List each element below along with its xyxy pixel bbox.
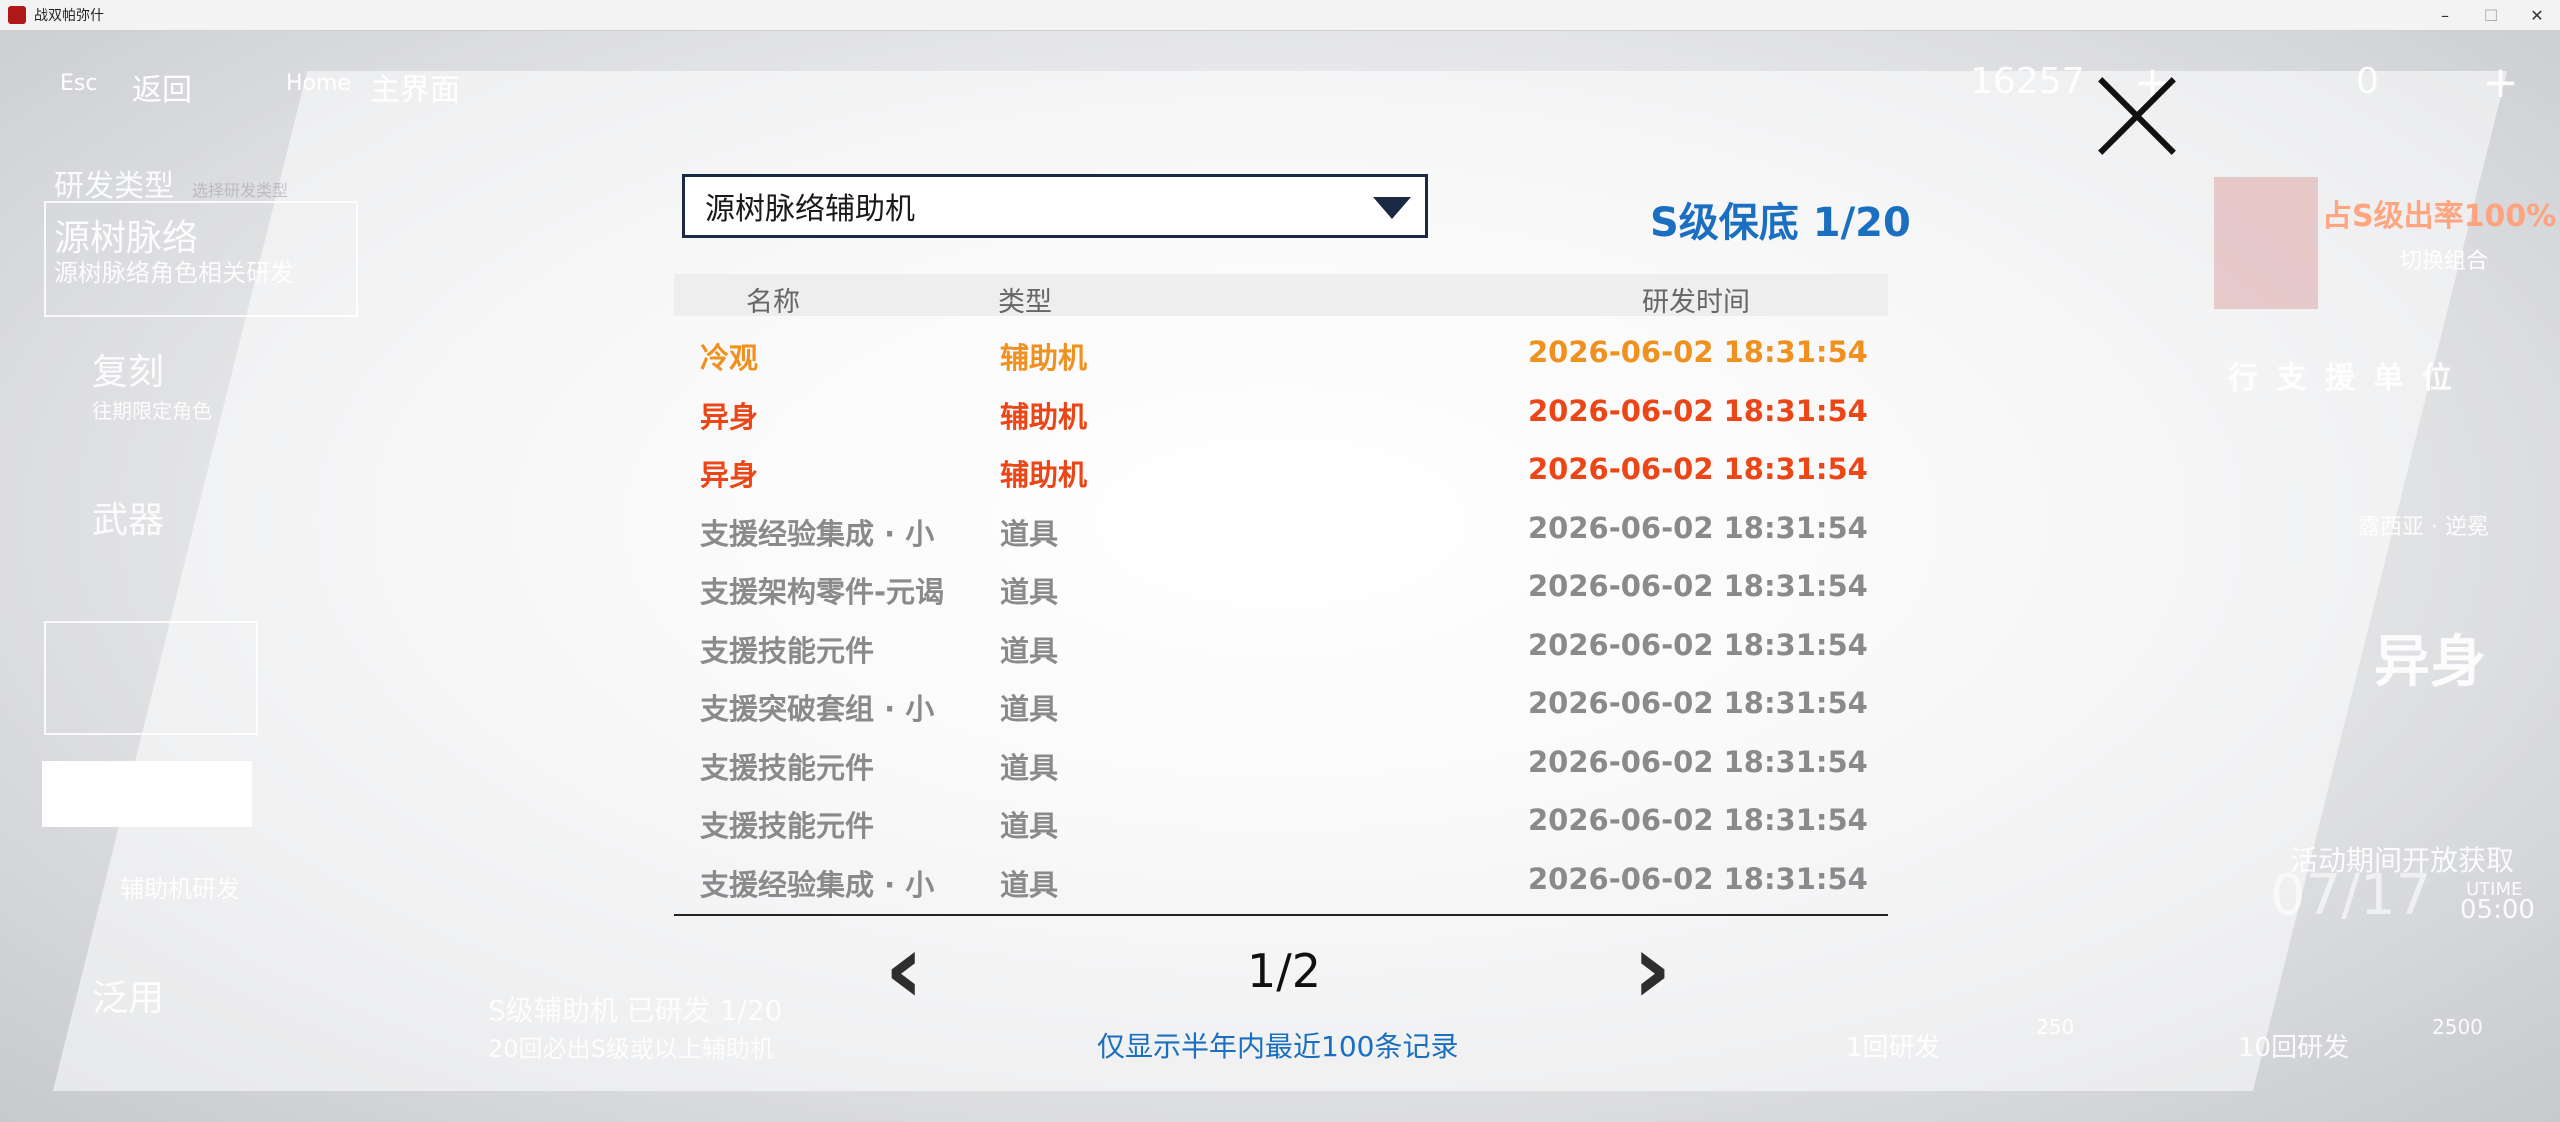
- table-row: 支援技能元件 道具 2026-06-02 18:31:54: [674, 793, 1888, 851]
- end-date: 07/17: [2270, 863, 2432, 928]
- currency2-add-button[interactable]: +: [2482, 57, 2519, 108]
- table-bottom-divider: [674, 914, 1888, 916]
- currency1-value: 16257: [1970, 61, 2085, 102]
- window-close-button[interactable]: ✕: [2514, 0, 2560, 30]
- minimize-button[interactable]: –: [2422, 0, 2468, 30]
- close-icon[interactable]: [2092, 72, 2182, 162]
- row-time: 2026-06-02 18:31:54: [1528, 511, 1868, 545]
- column-header-type: 类型: [998, 287, 1052, 318]
- row-name: 支援技能元件: [700, 809, 875, 843]
- back-key-hint: Esc: [60, 71, 98, 96]
- table-row: 支援突破套组 · 小 道具 2026-06-02 18:31:54: [674, 676, 1888, 734]
- switch-combo-button[interactable]: 切换组合: [2400, 243, 2488, 275]
- home-button[interactable]: 主界面: [370, 65, 460, 109]
- tab-rerun-sub: 往期限定角色: [92, 399, 212, 423]
- row-type: 道具: [1000, 751, 1059, 785]
- maximize-button[interactable]: ☐: [2468, 0, 2514, 30]
- window-controls: – ☐ ✕: [2422, 0, 2560, 30]
- pull-10-cost: 2500: [2432, 1015, 2483, 1039]
- column-header-name: 名称: [746, 287, 800, 318]
- tab-general[interactable]: 泛用: [92, 969, 164, 1021]
- tab-weapon[interactable]: 武器: [92, 491, 164, 543]
- row-type: 辅助机: [1000, 458, 1088, 492]
- row-name: 异身: [700, 400, 759, 434]
- row-name: 支援经验集成 · 小: [700, 517, 935, 551]
- row-name: 支援经验集成 · 小: [700, 868, 935, 902]
- row-name: 支援技能元件: [700, 751, 875, 785]
- row-type: 道具: [1000, 809, 1059, 843]
- row-type: 道具: [1000, 868, 1059, 902]
- table-row: 支援架构零件-元谒 道具 2026-06-02 18:31:54: [674, 559, 1888, 617]
- table-row: 异身 辅助机 2026-06-02 18:31:54: [674, 384, 1888, 442]
- pull-10-button[interactable]: 10回研发: [2238, 1027, 2349, 1064]
- table-row: 异身 辅助机 2026-06-02 18:31:54: [674, 442, 1888, 500]
- row-time: 2026-06-02 18:31:54: [1528, 569, 1868, 603]
- chevron-left-icon[interactable]: ‹: [874, 921, 934, 1017]
- pool-select-value: 源树脉络辅助机: [705, 192, 915, 227]
- featured-character-name: 露西亚 · 逆冕: [2358, 515, 2489, 540]
- tab-source-tree-sub: 源树脉络角色相关研发: [54, 259, 294, 287]
- row-time: 2026-06-02 18:31:54: [1528, 686, 1868, 720]
- row-time: 2026-06-02 18:31:54: [1528, 628, 1868, 662]
- row-type: 道具: [1000, 517, 1059, 551]
- row-name: 支援技能元件: [700, 634, 875, 668]
- row-time: 2026-06-02 18:31:54: [1528, 862, 1868, 896]
- featured-unit-name: 异身: [2374, 630, 2486, 695]
- table-row: 冷观 辅助机 2026-06-02 18:31:54: [674, 325, 1888, 383]
- row-time: 2026-06-02 18:31:54: [1528, 452, 1868, 486]
- home-key-hint: Home: [286, 71, 351, 96]
- chevron-down-icon: [1373, 197, 1411, 219]
- chevron-right-icon[interactable]: ›: [1622, 921, 1682, 1017]
- row-type: 道具: [1000, 575, 1059, 609]
- page-indicator: 1/2: [1247, 944, 1322, 998]
- featured-thumbnail: [2214, 177, 2318, 309]
- tab-highlight-button[interactable]: [42, 761, 252, 827]
- history-limit-note: 仅显示半年内最近100条记录: [1097, 1030, 1459, 1063]
- column-header-time: 研发时间: [1642, 287, 1750, 318]
- banner-title: 行 支 援 单 位: [2228, 361, 2456, 396]
- currency2-value: 0: [2356, 61, 2379, 102]
- dev-type-subtitle: 选择研发类型: [192, 181, 289, 200]
- row-name: 支援架构零件-元谒: [700, 575, 945, 609]
- row-type: 道具: [1000, 634, 1059, 668]
- row-type: 辅助机: [1000, 341, 1088, 375]
- back-button[interactable]: 返回: [132, 65, 192, 109]
- row-type: 辅助机: [1000, 400, 1088, 434]
- rate-up-text: 占S级出率100%: [2322, 199, 2557, 234]
- pity-counter: S级保底 1/20: [1650, 200, 1911, 246]
- window-title: 战双帕弥什: [34, 8, 104, 24]
- sidebar-assist-dev[interactable]: 辅助机研发: [120, 869, 240, 904]
- pity-rule-text: 20回必出S级或以上辅助机: [488, 1035, 774, 1063]
- dev-type-heading: 研发类型: [54, 169, 174, 204]
- table-row: 支援技能元件 道具 2026-06-02 18:31:54: [674, 735, 1888, 793]
- pull-1-button[interactable]: 1回研发: [1846, 1027, 1941, 1064]
- table-row: 支援技能元件 道具 2026-06-02 18:31:54: [674, 618, 1888, 676]
- end-time: 05:00: [2460, 895, 2535, 925]
- pool-select-dropdown[interactable]: 源树脉络辅助机: [682, 174, 1428, 238]
- row-time: 2026-06-02 18:31:54: [1528, 335, 1868, 369]
- table-row: 支援经验集成 · 小 道具 2026-06-02 18:31:54: [674, 501, 1888, 559]
- tab-selected-box[interactable]: [44, 621, 258, 735]
- row-name: 支援突破套组 · 小: [700, 692, 935, 726]
- window-titlebar: 战双帕弥什 – ☐ ✕: [0, 0, 2560, 31]
- row-name: 异身: [700, 458, 759, 492]
- pity-progress-text: S级辅助机 已研发 1/20: [488, 994, 783, 1027]
- app-icon: [8, 6, 26, 24]
- row-type: 道具: [1000, 692, 1059, 726]
- table-header: 名称 类型 研发时间: [674, 274, 1888, 318]
- table-row: 支援经验集成 · 小 道具 2026-06-02 18:31:54: [674, 852, 1888, 910]
- row-time: 2026-06-02 18:31:54: [1528, 394, 1868, 428]
- row-time: 2026-06-02 18:31:54: [1528, 745, 1868, 779]
- row-time: 2026-06-02 18:31:54: [1528, 803, 1868, 837]
- tab-rerun[interactable]: 复刻: [92, 343, 164, 395]
- pull-1-cost: 250: [2036, 1015, 2075, 1039]
- row-name: 冷观: [700, 341, 759, 375]
